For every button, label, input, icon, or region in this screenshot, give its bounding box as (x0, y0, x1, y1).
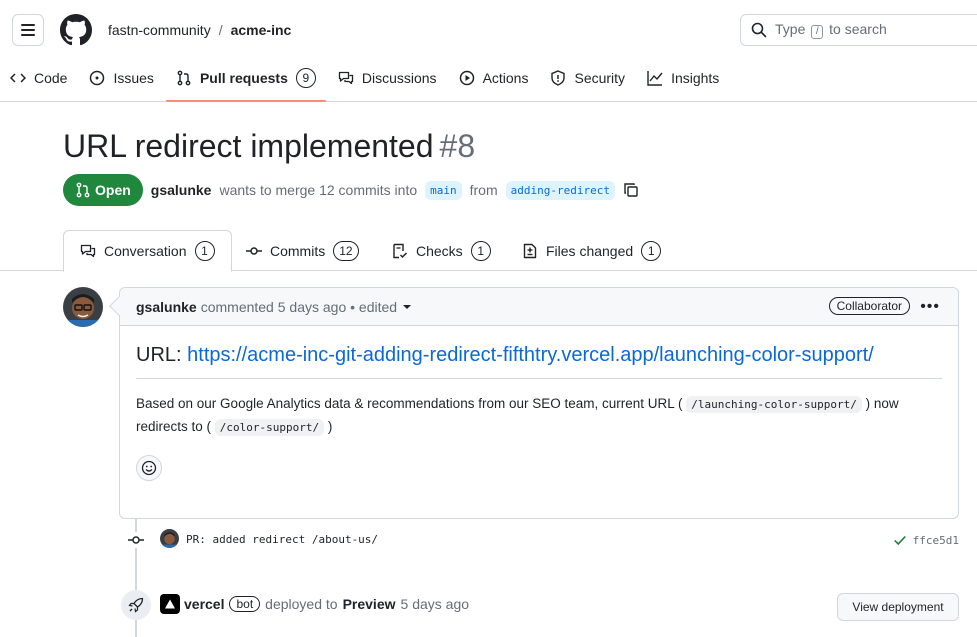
tab-files-changed[interactable]: Files changed 1 (506, 230, 677, 271)
comment-heading: URL: https://acme-inc-git-adding-redirec… (136, 342, 942, 379)
view-deployment-button[interactable]: View deployment (837, 593, 959, 621)
tab-actions[interactable]: Actions (449, 60, 539, 96)
check-icon[interactable] (893, 533, 907, 547)
commit-message[interactable]: PR: added redirect /about-us/ (186, 533, 378, 546)
breadcrumb: fastn-community / acme-inc (108, 22, 291, 38)
kebab-menu-icon[interactable]: ••• (920, 298, 940, 316)
tab-label: Pull requests (199, 70, 288, 86)
merge-text: wants to merge 12 commits into (219, 182, 418, 198)
commit-icon (128, 532, 144, 548)
comment-header: gsalunke commented 5 days ago • edited C… (120, 288, 958, 326)
pull-requests-count: 9 (295, 68, 316, 88)
rocket-icon (121, 590, 151, 620)
heading-label: URL: (136, 344, 182, 366)
chevron-down-icon[interactable] (403, 304, 412, 309)
deploy-actor[interactable]: vercel (184, 596, 224, 612)
pr-author[interactable]: gsalunke (151, 182, 212, 198)
tab-commits[interactable]: Commits 12 (230, 230, 375, 271)
play-icon (459, 70, 474, 86)
smiley-icon (141, 460, 157, 476)
tab-pull-requests[interactable]: Pull requests 9 (165, 60, 326, 102)
tab-label: Discussions (361, 70, 437, 86)
pr-title-text: URL redirect implemented (63, 128, 434, 164)
tab-label: Commits (270, 242, 326, 259)
timeline-deploy: vercel bot deployed to Preview 5 days ag… (0, 590, 977, 622)
tab-conversation[interactable]: Conversation 1 (63, 230, 232, 272)
repo-nav-tabs: Code Issues Pull requests 9 Discussions … (0, 60, 731, 102)
tab-checks[interactable]: Checks 1 (376, 230, 507, 271)
add-reaction-button[interactable] (136, 455, 162, 481)
checklist-icon (393, 243, 408, 258)
base-branch[interactable]: main (425, 180, 462, 200)
avatar[interactable] (160, 529, 179, 548)
shield-icon (551, 70, 566, 86)
breadcrumb-separator: / (218, 22, 223, 38)
status-badge: Open (63, 174, 143, 206)
comment-icon (80, 244, 96, 258)
search-icon (751, 22, 767, 38)
comment-meta[interactable]: commented 5 days ago • edited (201, 299, 397, 315)
commit-sha: ffce5d1 (893, 533, 959, 547)
tab-label: Issues (113, 70, 154, 86)
timeline-commit: PR: added redirect /about-us/ ffce5d1 (0, 529, 977, 551)
pr-number: #8 (439, 128, 476, 164)
file-diff-icon (523, 243, 537, 258)
deploy-time[interactable]: 5 days ago (401, 596, 470, 612)
avatar[interactable] (63, 287, 103, 327)
pr-tabs: Conversation 1 Commits 12 Checks 1 Files… (0, 230, 977, 272)
page-title: URL redirect implemented #8 (63, 128, 475, 165)
tab-issues[interactable]: Issues (79, 60, 163, 96)
inline-code: /color-support/ (214, 419, 325, 436)
status-label: Open (95, 182, 131, 198)
tab-label: Files changed (546, 242, 634, 259)
collaborator-badge: Collaborator (828, 297, 910, 315)
issue-icon (90, 70, 105, 86)
inline-code: /launching-color-support/ (686, 396, 862, 413)
tab-label: Insights (671, 70, 720, 86)
comment-box: gsalunke commented 5 days ago • edited C… (109, 287, 959, 519)
commit-sha-text[interactable]: ffce5d1 (913, 534, 959, 547)
tab-label: Actions (482, 70, 529, 86)
conversation-count: 1 (194, 241, 215, 261)
discussion-icon (338, 71, 354, 85)
pr-meta: Open gsalunke wants to merge 12 commits … (63, 174, 639, 206)
pull-request-icon (76, 182, 90, 198)
tab-label: Conversation (104, 243, 187, 259)
comment-body: URL: https://acme-inc-git-adding-redirec… (120, 326, 958, 481)
tab-label: Security (574, 70, 626, 86)
head-branch[interactable]: adding-redirect (505, 180, 615, 200)
graph-icon (647, 71, 663, 86)
deploy-verb: deployed to (265, 596, 338, 612)
copy-icon[interactable] (623, 182, 639, 198)
deploy-environment: Preview (342, 596, 396, 612)
breadcrumb-owner[interactable]: fastn-community (108, 22, 211, 38)
code-icon (10, 73, 26, 83)
menu-button[interactable] (12, 14, 44, 46)
repo-header: fastn-community / acme-inc Type / to sea… (0, 0, 977, 102)
commits-count: 12 (333, 240, 359, 261)
pull-request-icon (177, 70, 191, 86)
vercel-logo-icon[interactable] (160, 594, 180, 614)
redirect-link[interactable]: https://acme-inc-git-adding-redirect-fif… (187, 344, 874, 366)
github-logo-icon[interactable] (60, 14, 92, 46)
files-changed-count: 1 (641, 240, 662, 261)
checks-count: 1 (470, 240, 491, 261)
bot-badge: bot (229, 596, 261, 612)
tab-code[interactable]: Code (0, 60, 77, 96)
tab-label: Checks (416, 242, 463, 259)
search-placeholder: Type / to search (775, 21, 887, 39)
tab-security[interactable]: Security (540, 60, 635, 96)
tab-insights[interactable]: Insights (637, 60, 729, 96)
tab-discussions[interactable]: Discussions (328, 60, 447, 96)
search-input[interactable]: Type / to search (740, 14, 977, 46)
merge-text-from: from (469, 182, 498, 198)
slash-key: / (811, 25, 824, 39)
comment-author[interactable]: gsalunke (136, 299, 197, 315)
deploy-event-text: vercel bot deployed to Preview 5 days ag… (184, 596, 469, 612)
commit-icon (246, 246, 262, 255)
tab-label: Code (34, 70, 68, 86)
breadcrumb-repo[interactable]: acme-inc (231, 22, 292, 38)
comment-text: Based on our Google Analytics data & rec… (136, 396, 899, 436)
